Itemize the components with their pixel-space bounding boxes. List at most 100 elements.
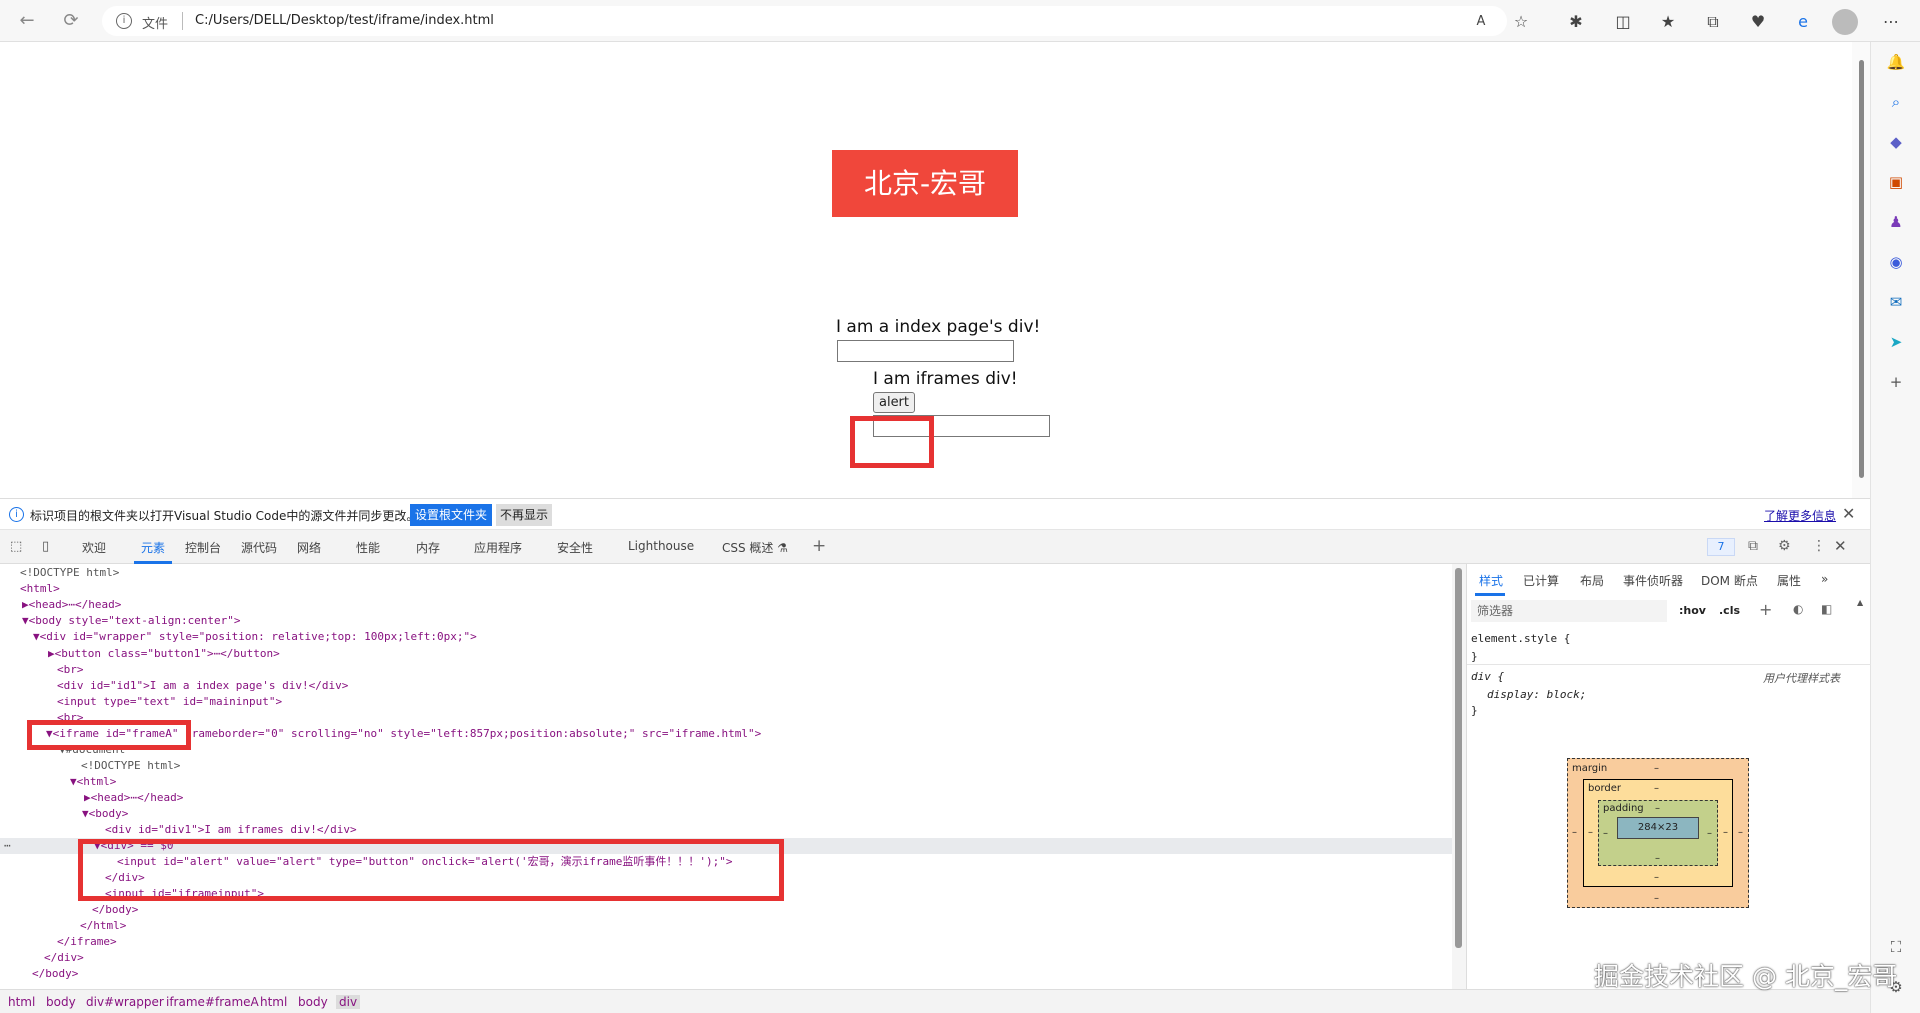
dom-line[interactable]: ▼<html> [70, 774, 116, 790]
scroll-up-icon[interactable]: ▲ [1857, 598, 1863, 607]
page-scrollbar[interactable] [1852, 42, 1870, 498]
refresh-icon[interactable]: ⟳ [58, 10, 84, 32]
scroll-thumb[interactable] [1455, 568, 1462, 948]
collections-icon[interactable]: ⧉ [1702, 11, 1724, 33]
more-tabs-icon[interactable]: » [1821, 572, 1828, 586]
kebab-menu-icon[interactable]: ⋮ [1812, 538, 1826, 554]
tab-css-overview[interactable]: CSS 概述 ⚗ [722, 539, 788, 556]
tab-lighthouse[interactable]: Lighthouse [628, 539, 694, 553]
sidebar-toggle-icon[interactable]: ◧ [1821, 602, 1832, 616]
dom-line[interactable]: <div id="div1">I am iframes div!</div> [105, 822, 357, 838]
dom-line[interactable]: ▼<body style="text-align:center"> [22, 613, 241, 629]
favorites-icon[interactable]: ★ [1657, 11, 1679, 33]
tab-security[interactable]: 安全性 [557, 539, 593, 556]
breadcrumb-iframe[interactable]: iframe#frameA [166, 995, 259, 1009]
info-icon[interactable]: i [116, 13, 132, 29]
device-toolbar-icon[interactable]: ▯ [42, 539, 49, 554]
tab-computed[interactable]: 已计算 [1523, 572, 1559, 589]
read-aloud-icon[interactable]: A [1470, 11, 1492, 33]
dom-line[interactable]: <br> [57, 662, 84, 678]
dom-line[interactable]: ▶<head>⋯</head> [84, 790, 183, 806]
dom-line[interactable]: <!DOCTYPE html> [20, 565, 119, 581]
dom-line[interactable]: <input type="text" id="maininput"> [57, 694, 282, 710]
hov-toggle[interactable]: :hov [1679, 604, 1706, 617]
styles-filter-input[interactable]: 筛选器 [1471, 600, 1667, 622]
edge-icon[interactable]: e [1792, 11, 1814, 33]
favorite-star-icon[interactable]: ☆ [1510, 11, 1532, 33]
learn-more-link[interactable]: 了解更多信息 [1764, 507, 1836, 524]
dom-line[interactable]: </div> [44, 950, 84, 966]
tools-icon[interactable]: ▣ [1886, 172, 1906, 192]
shopping-tag-icon[interactable]: ◆ [1886, 132, 1906, 152]
inspect-icon[interactable]: ⬚ [10, 539, 22, 554]
dom-line[interactable]: </html> [80, 918, 126, 934]
dom-line[interactable]: <html> [20, 581, 60, 597]
search-icon[interactable]: ⌕ [1886, 92, 1906, 112]
tab-memory[interactable]: 内存 [416, 539, 440, 556]
elements-scrollbar[interactable] [1452, 564, 1466, 989]
dom-line[interactable]: </body> [92, 902, 138, 918]
tab-layout[interactable]: 布局 [1580, 572, 1604, 589]
dom-line[interactable]: ▼<div id="wrapper" style="position: rela… [33, 629, 477, 645]
dom-line[interactable]: </iframe> [57, 934, 117, 950]
brand-button[interactable]: 北京-宏哥 [832, 150, 1018, 217]
add-tab-icon[interactable]: + [812, 536, 826, 556]
element-style-rule[interactable]: element.style { [1471, 632, 1570, 645]
breadcrumb-iframe-html[interactable]: html [260, 995, 287, 1009]
tab-dom-breakpoints[interactable]: DOM 断点 [1701, 572, 1758, 589]
breadcrumb-body[interactable]: body [46, 995, 76, 1009]
main-input[interactable] [837, 340, 1014, 362]
close-devtools-icon[interactable]: ✕ [1834, 537, 1847, 555]
url-text[interactable]: C:/Users/DELL/Desktop/test/iframe/index.… [195, 13, 494, 28]
back-icon[interactable]: ← [14, 10, 40, 32]
split-screen-icon[interactable]: ◫ [1612, 11, 1634, 33]
ellipsis-icon[interactable]: ⋯ [4, 838, 11, 854]
dom-line[interactable]: ▶<head>⋯</head> [22, 597, 121, 613]
more-menu-icon[interactable]: ⋯ [1880, 11, 1902, 33]
outlook-icon[interactable]: ✉ [1886, 292, 1906, 312]
tab-welcome[interactable]: 欢迎 [82, 539, 106, 556]
breadcrumb-html[interactable]: html [8, 995, 35, 1009]
scroll-thumb[interactable] [1859, 60, 1864, 478]
address-bar[interactable]: i 文件 C:/Users/DELL/Desktop/test/iframe/i… [102, 6, 1507, 36]
extensions-icon[interactable]: ✱ [1565, 11, 1587, 33]
dom-line[interactable]: </body> [32, 966, 78, 982]
profile-avatar[interactable] [1832, 9, 1858, 35]
dom-line[interactable]: ▶<button class="button1">⋯</button> [48, 646, 280, 662]
div-selector[interactable]: div { [1471, 670, 1504, 683]
browser-essentials-icon[interactable]: ♥ [1747, 11, 1769, 33]
tab-application[interactable]: 应用程序 [474, 539, 522, 556]
office-icon[interactable]: ◉ [1886, 252, 1906, 272]
tab-properties[interactable]: 属性 [1777, 572, 1801, 589]
add-rule-icon[interactable]: + [1759, 600, 1772, 619]
paint-icon[interactable]: ◐ [1793, 602, 1803, 616]
tab-console[interactable]: 控制台 [185, 539, 221, 556]
gear-icon[interactable]: ⚙ [1778, 538, 1791, 554]
dont-show-again-button[interactable]: 不再显示 [496, 504, 553, 526]
breadcrumb-iframe-body[interactable]: body [298, 995, 328, 1009]
games-icon[interactable]: ♟ [1886, 212, 1906, 232]
breadcrumb-div-wrapper[interactable]: div#wrapper [86, 995, 164, 1009]
dom-line[interactable]: ▼<body> [82, 806, 128, 822]
add-icon[interactable]: + [1886, 372, 1906, 392]
issues-badge[interactable]: 7 [1707, 538, 1735, 556]
tab-styles[interactable]: 样式 [1479, 572, 1503, 589]
link-icon[interactable]: ⧉ [1748, 538, 1758, 554]
tab-performance[interactable]: 性能 [356, 539, 380, 556]
breadcrumb-div-selected[interactable]: div [336, 995, 361, 1009]
send-icon[interactable]: ➤ [1886, 332, 1906, 352]
tab-elements[interactable]: 元素 [141, 539, 165, 556]
set-root-folder-button[interactable]: 设置根文件夹 [410, 504, 493, 526]
styles-scrollbar[interactable]: ▲ [1857, 598, 1865, 980]
dom-line[interactable]: <div id="id1">I am a index page's div!</… [57, 678, 348, 694]
screenshot-icon[interactable]: ⛶ [1886, 937, 1906, 957]
tab-sources[interactable]: 源代码 [241, 539, 277, 556]
close-icon[interactable]: ✕ [1842, 504, 1855, 523]
alert-button[interactable]: alert [873, 392, 915, 413]
tab-event-listeners[interactable]: 事件侦听器 [1623, 572, 1683, 589]
display-block-rule[interactable]: display: block; [1487, 688, 1586, 701]
notification-bell-icon[interactable]: 🔔 [1886, 52, 1906, 72]
cls-toggle[interactable]: .cls [1719, 604, 1740, 617]
tab-network[interactable]: 网络 [297, 539, 321, 556]
dom-line[interactable]: <!DOCTYPE html> [81, 758, 180, 774]
